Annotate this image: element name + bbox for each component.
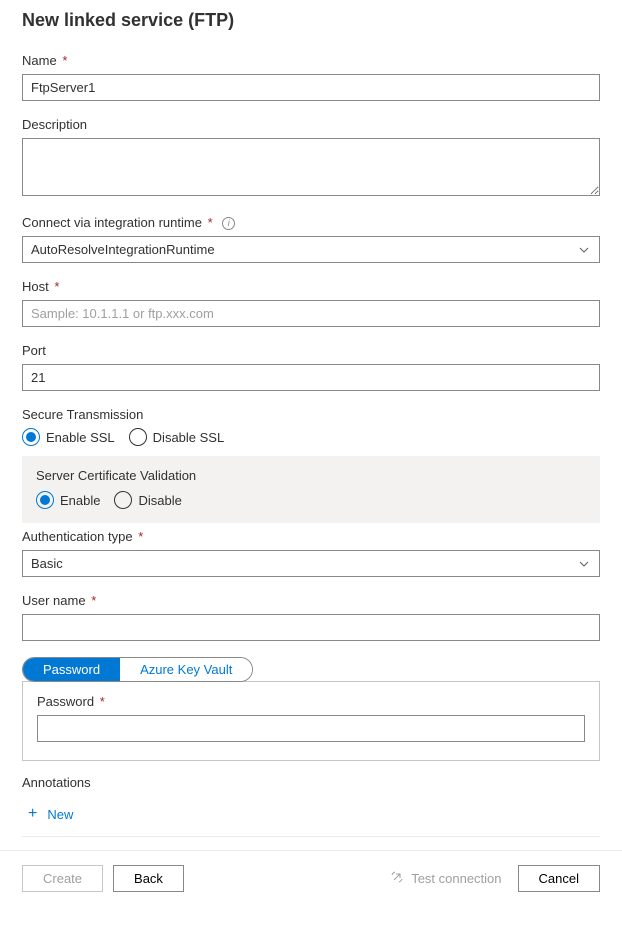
username-label: User name *	[22, 593, 600, 608]
username-input[interactable]	[22, 614, 600, 641]
password-box: Password *	[22, 681, 600, 761]
cert-enable-radio[interactable]: Enable	[36, 491, 100, 509]
password-tab[interactable]: Password	[23, 658, 120, 681]
annotations-label: Annotations	[22, 775, 600, 790]
runtime-label: Connect via integration runtime *	[22, 215, 600, 230]
create-button[interactable]: Create	[22, 865, 103, 892]
radio-circle-icon	[129, 428, 147, 446]
password-input[interactable]	[37, 715, 585, 742]
runtime-field-group: Connect via integration runtime * AutoRe…	[22, 215, 600, 263]
secure-transmission-label: Secure Transmission	[22, 407, 600, 422]
add-annotation-button[interactable]: + New	[22, 802, 79, 826]
password-source-tabs: Password Azure Key Vault	[22, 657, 253, 682]
chevron-down-icon	[579, 245, 589, 255]
username-field-group: User name *	[22, 593, 600, 641]
auth-type-dropdown[interactable]: Basic	[22, 550, 600, 577]
port-label: Port	[22, 343, 600, 358]
cancel-button[interactable]: Cancel	[518, 865, 600, 892]
plus-icon: +	[28, 806, 37, 822]
test-connection-button[interactable]: Test connection	[384, 866, 507, 891]
back-button[interactable]: Back	[113, 865, 184, 892]
description-textarea[interactable]	[22, 138, 600, 196]
port-field-group: Port	[22, 343, 600, 391]
radio-circle-icon	[22, 428, 40, 446]
enable-ssl-radio[interactable]: Enable SSL	[22, 428, 115, 446]
radio-circle-icon	[114, 491, 132, 509]
cert-disable-radio[interactable]: Disable	[114, 491, 181, 509]
footer-bar: Create Back Test connection Cancel	[0, 850, 622, 906]
name-label: Name *	[22, 53, 600, 68]
name-input[interactable]	[22, 74, 600, 101]
description-field-group: Description	[22, 117, 600, 199]
connection-icon	[390, 870, 404, 887]
host-field-group: Host *	[22, 279, 600, 327]
description-label: Description	[22, 117, 600, 132]
certificate-validation-panel: Server Certificate Validation Enable Dis…	[22, 456, 600, 523]
password-label: Password *	[37, 694, 585, 709]
password-section: Password Azure Key Vault Password *	[22, 657, 600, 761]
name-field-group: Name *	[22, 53, 600, 101]
chevron-down-icon	[579, 559, 589, 569]
secure-transmission-group: Secure Transmission Enable SSL Disable S…	[22, 407, 600, 523]
host-input[interactable]	[22, 300, 600, 327]
port-input[interactable]	[22, 364, 600, 391]
certificate-validation-label: Server Certificate Validation	[36, 468, 586, 483]
auth-type-label: Authentication type *	[22, 529, 600, 544]
azure-key-vault-tab[interactable]: Azure Key Vault	[120, 658, 252, 681]
page-title: New linked service (FTP)	[22, 10, 600, 31]
host-label: Host *	[22, 279, 600, 294]
auth-type-group: Authentication type * Basic	[22, 529, 600, 577]
annotations-group: Annotations + New	[22, 775, 600, 826]
runtime-dropdown[interactable]: AutoResolveIntegrationRuntime	[22, 236, 600, 263]
info-icon[interactable]	[222, 217, 235, 230]
disable-ssl-radio[interactable]: Disable SSL	[129, 428, 225, 446]
radio-circle-icon	[36, 491, 54, 509]
